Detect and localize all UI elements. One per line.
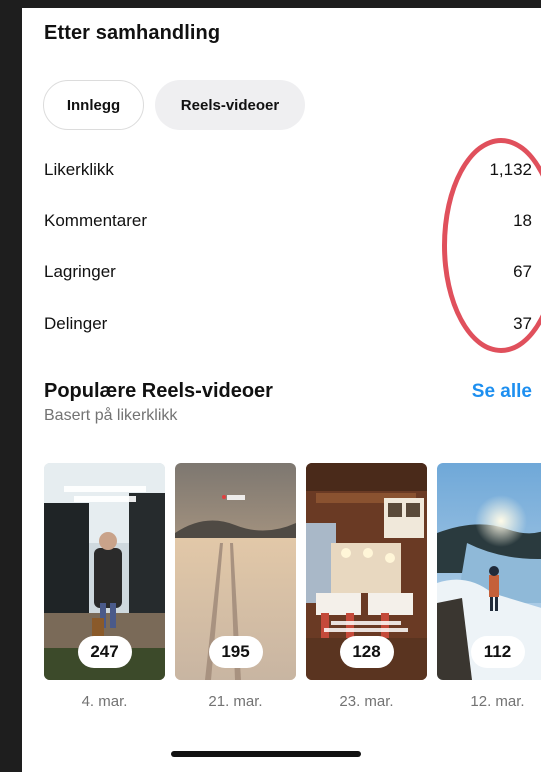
popular-reels-title: Populære Reels-videoer — [44, 380, 273, 402]
insights-sheet: Etter samhandling Innlegg Reels-videoer … — [22, 8, 541, 772]
reel-like-count: 195 — [208, 636, 263, 668]
home-indicator[interactable] — [171, 751, 361, 757]
reel-date: 4. mar. — [81, 693, 128, 710]
metric-label: Likerklikk — [44, 160, 114, 179]
section-title: Etter samhandling — [44, 22, 221, 44]
reel-date: 23. mar. — [339, 693, 394, 710]
tab-innlegg[interactable]: Innlegg — [43, 80, 144, 130]
metric-label: Delinger — [44, 314, 108, 333]
metric-label: Lagringer — [44, 262, 116, 281]
reel-date: 12. mar. — [470, 693, 525, 710]
reel-like-count: 128 — [339, 636, 394, 668]
reel-like-count: 247 — [77, 636, 132, 668]
tab-reels-label: Reels-videoer — [180, 96, 280, 114]
popular-reels-subtitle: Basert på likerklikk — [44, 407, 178, 424]
metric-label: Kommentarer — [44, 211, 147, 230]
window-frame-top — [0, 0, 541, 8]
reel-thumbnail-3[interactable]: 128 — [306, 463, 427, 680]
reel-thumbnail-2[interactable]: 195 — [175, 463, 296, 680]
reel-thumbnail-1[interactable]: 247 — [44, 463, 165, 680]
see-all-link[interactable]: Se alle — [472, 381, 532, 403]
reel-date: 21. mar. — [208, 693, 263, 710]
window-frame-left — [0, 0, 22, 772]
reel-like-count: 112 — [470, 636, 525, 668]
tab-innlegg-label: Innlegg — [66, 96, 121, 114]
reel-thumbnail-4[interactable]: 112 — [437, 463, 541, 680]
tab-reels-videoer[interactable]: Reels-videoer — [155, 80, 305, 130]
